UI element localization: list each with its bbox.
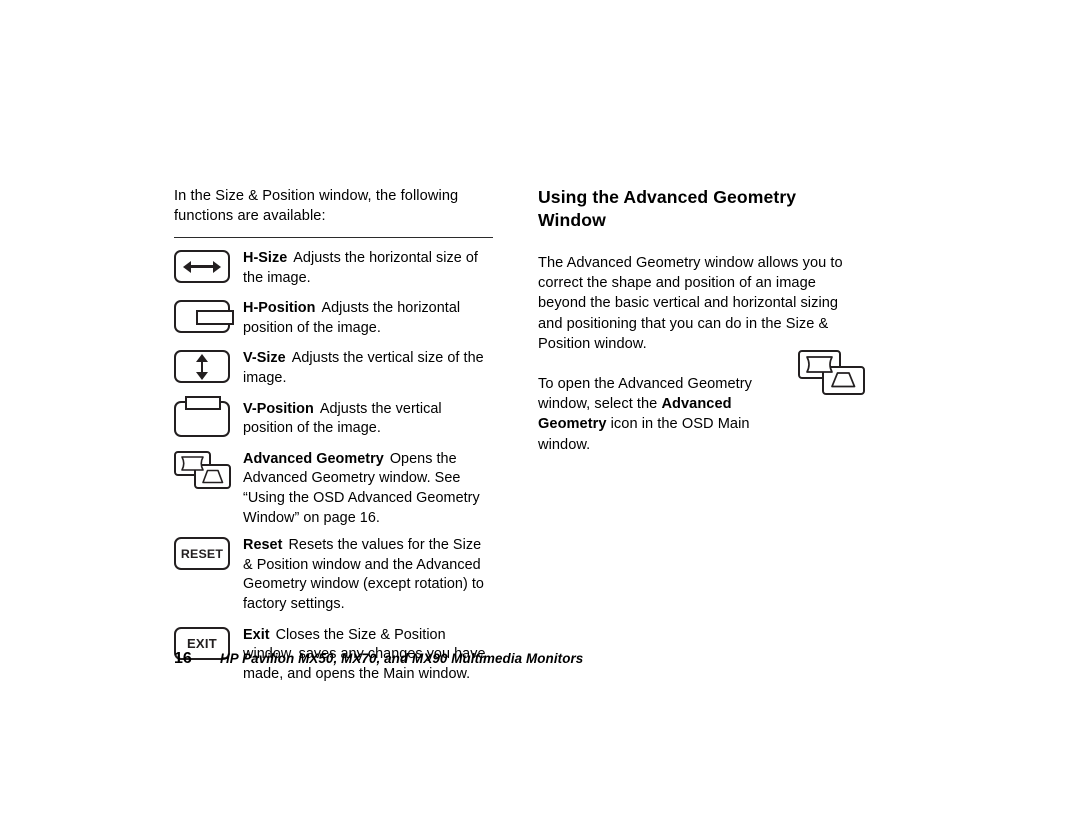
- reset-icon-label: RESET: [174, 537, 230, 571]
- feature-list: H-Size Adjusts the horizontal size of the…: [174, 248, 494, 684]
- term-label: Exit: [243, 626, 270, 643]
- footer-page-number: 16: [174, 650, 192, 667]
- list-item-v-size: V-Size Adjusts the vertical size of the i…: [174, 348, 494, 388]
- intro-paragraph: In the Size & Position window, the follo…: [174, 188, 459, 224]
- section-heading: Using the Advanced Geometry Window: [538, 187, 797, 230]
- h-position-icon: [174, 298, 234, 334]
- term-label: H-Position: [243, 300, 316, 317]
- body-paragraph-1: The Advanced Geometry window allows you …: [538, 255, 843, 352]
- document-page: In the Size & Position window, the follo…: [0, 0, 1080, 834]
- list-item-v-position: V-Position Adjusts the vertical position …: [174, 395, 494, 439]
- list-item-text: H-Size Adjusts the horizontal size of the…: [243, 248, 494, 288]
- v-position-icon: [174, 395, 232, 437]
- advanced-geometry-icon: [174, 449, 232, 491]
- list-item-text: Advanced Geometry Opens the Advanced Geom…: [243, 449, 494, 528]
- list-item-h-position: H-Position Adjusts the horizontal positio…: [174, 298, 494, 338]
- list-item-text: H-Position Adjusts the horizontal positio…: [243, 298, 494, 338]
- left-column: In the Size & Position window, the follo…: [174, 186, 494, 684]
- list-item-reset: RESET Reset Resets the values for the Siz…: [174, 535, 494, 614]
- reset-button-icon: RESET: [174, 535, 232, 571]
- term-label: V-Position: [243, 400, 314, 417]
- term-label: Reset: [243, 537, 283, 554]
- page-footer: 16 HP Pavilion MX50, MX70, and MX90 Mult…: [174, 650, 583, 668]
- list-item-text: Reset Resets the values for the Size & Po…: [243, 535, 494, 614]
- right-column: Using the Advanced Geometry Window The A…: [538, 186, 868, 455]
- list-item-text: V-Position Adjusts the vertical position …: [243, 399, 494, 439]
- footer-title: HP Pavilion MX50, MX70, and MX90 Multime…: [220, 651, 584, 666]
- h-size-icon: [174, 248, 232, 283]
- body-paragraph-2: To open the Advanced Geometry window, se…: [538, 374, 790, 455]
- term-label: Advanced Geometry: [243, 450, 384, 467]
- term-label: V-Size: [243, 350, 286, 367]
- horizontal-rule: [174, 237, 493, 238]
- v-size-icon: [174, 348, 232, 384]
- term-label: H-Size: [243, 250, 288, 266]
- list-item-h-size: H-Size Adjusts the horizontal size of the…: [174, 248, 494, 288]
- list-item-text: V-Size Adjusts the vertical size of the i…: [243, 348, 494, 388]
- list-item-advanced-geometry: Advanced Geometry Opens the Advanced Geom…: [174, 449, 494, 528]
